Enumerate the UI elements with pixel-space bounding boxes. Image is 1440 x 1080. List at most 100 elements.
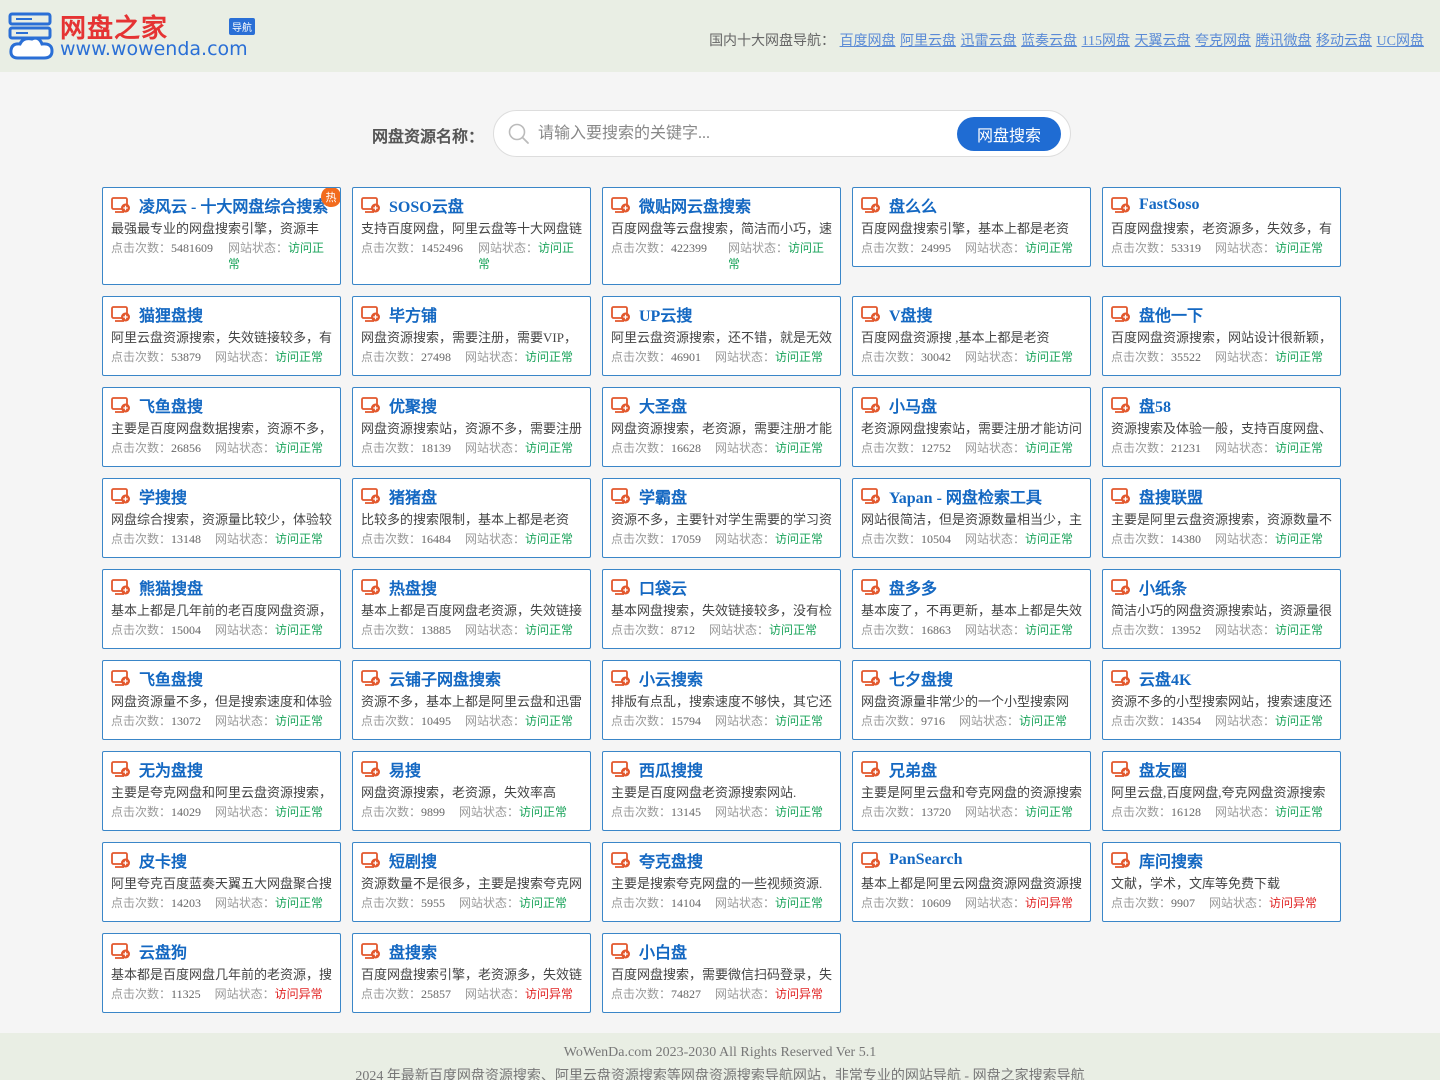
site-card[interactable]: 学搜搜 网盘综合搜索，资源量比较少，体验较 点击次数：13148 网站状态：访问正常: [102, 478, 341, 558]
site-card[interactable]: 热盘搜 基本上都是百度网盘老资源，失效链接 点击次数：13885 网站状态：访问正常: [352, 569, 591, 649]
search-input[interactable]: [538, 119, 938, 149]
site-card[interactable]: 库问搜索 文献，学术，文库等免费下载 点击次数：9907 网站状态：访问异常: [1102, 842, 1341, 922]
card-title[interactable]: 兄弟盘: [889, 757, 937, 781]
site-card[interactable]: 盘友圈 阿里云盘,百度网盘,夸克网盘资源搜索 点击次数：16128 网站状态：访问正常: [1102, 751, 1341, 831]
nav-link-tianyi[interactable]: 天翼云盘: [1135, 34, 1191, 49]
site-card[interactable]: 猫狸盘搜 阿里云盘资源搜索，失效链接较多，有 点击次数：53879 网站状态：访问正常: [102, 296, 341, 376]
card-title[interactable]: Yapan - 网盘检索工具: [889, 484, 1042, 508]
card-title[interactable]: 云盘4K: [1139, 666, 1191, 690]
site-card[interactable]: 凌风云 - 十大网盘综合搜索 最强最专业的网盘搜索引擎，资源丰 点击次数：54816…: [102, 187, 341, 285]
card-title[interactable]: 盘多多: [889, 575, 937, 599]
card-title[interactable]: 短剧搜: [389, 848, 437, 872]
site-card[interactable]: 盘多多 基本废了，不再更新，基本上都是失效 点击次数：16863 网站状态：访问正常: [852, 569, 1091, 649]
card-title[interactable]: 学搜搜: [139, 484, 187, 508]
card-title[interactable]: V盘搜: [889, 302, 933, 326]
site-card[interactable]: 小纸条 简洁小巧的网盘资源搜索站，资源量很 点击次数：13952 网站状态：访问正常: [1102, 569, 1341, 649]
site-status-label: 网站状态：: [959, 714, 1020, 728]
search-button[interactable]: 网盘搜索: [957, 117, 1061, 151]
nav-link-quark[interactable]: 夸克网盘: [1195, 34, 1251, 49]
card-title[interactable]: 飞鱼盘搜: [139, 393, 203, 417]
nav-link-xunlei[interactable]: 迅雷云盘: [961, 34, 1017, 49]
card-title[interactable]: 小马盘: [889, 393, 937, 417]
card-title[interactable]: 七夕盘搜: [889, 666, 953, 690]
card-title[interactable]: 大圣盘: [639, 393, 687, 417]
card-title[interactable]: 盘搜索: [389, 939, 437, 963]
site-card[interactable]: 短剧搜 资源数量不是很多，主要是搜索夸克网 点击次数：5955 网站状态：访问正常: [352, 842, 591, 922]
card-title[interactable]: 飞鱼盘搜: [139, 666, 203, 690]
site-card[interactable]: 飞鱼盘搜 主要是百度网盘数据搜索，资源不多， 点击次数：26856 网站状态：访问正常: [102, 387, 341, 467]
site-card[interactable]: 云铺子网盘搜索 资源不多，基本上都是阿里云盘和迅雷 点击次数：10495 网站状态：访…: [352, 660, 591, 740]
card-title[interactable]: 猫狸盘搜: [139, 302, 203, 326]
site-card[interactable]: 盘他一下 百度网盘资源搜索，网站设计很新颖， 点击次数：35522 网站状态：访问正常: [1102, 296, 1341, 376]
site-card[interactable]: V盘搜 百度网盘资源搜 ,基本上都是老资 点击次数：30042 网站状态：访问正常: [852, 296, 1091, 376]
card-title[interactable]: 猪猪盘: [389, 484, 437, 508]
site-card[interactable]: 云盘狗 基本都是百度网盘几年前的老资源，搜 点击次数：11325 网站状态：访问异常: [102, 933, 341, 1013]
card-title[interactable]: 盘么么: [889, 193, 937, 217]
site-card[interactable]: 无为盘搜 主要是夸克网盘和阿里云盘资源搜索， 点击次数：14029 网站状态：访问正常: [102, 751, 341, 831]
site-card[interactable]: 皮卡搜 阿里夸克百度蓝奏天翼五大网盘聚合搜 点击次数：14203 网站状态：访问正常: [102, 842, 341, 922]
site-card[interactable]: 微贴网云盘搜索 百度网盘等云盘搜索，简洁而小巧，速 点击次数：422399 网站状态：…: [602, 187, 841, 285]
nav-link-tencent[interactable]: 腾讯微盘: [1256, 34, 1312, 49]
nav-link-lanzou[interactable]: 蓝奏云盘: [1021, 34, 1077, 49]
site-card[interactable]: 夸克盘搜 主要是搜索夸克网盘的一些视频资源. 点击次数：14104 网站状态：访问正常: [602, 842, 841, 922]
site-card[interactable]: 云盘4K 资源不多的小型搜索网站，搜索速度还 点击次数：14354 网站状态：访问正常: [1102, 660, 1341, 740]
nav-link-baidu[interactable]: 百度网盘: [840, 34, 896, 49]
card-title[interactable]: 熊猫搜盘: [139, 575, 203, 599]
card-title[interactable]: 云铺子网盘搜索: [389, 666, 501, 690]
site-card[interactable]: 小云搜索 排版有点乱，搜索速度不够快，其它还 点击次数：15794 网站状态：访问正常: [602, 660, 841, 740]
site-card[interactable]: 口袋云 基本网盘搜索，失效链接较多，没有检 点击次数：8712 网站状态：访问正常: [602, 569, 841, 649]
site-card[interactable]: UP云搜 阿里云盘资源搜索，还不错，就是无效 点击次数：46901 网站状态：访问正常: [602, 296, 841, 376]
card-title[interactable]: UP云搜: [639, 302, 692, 326]
card-title[interactable]: 盘58: [1139, 393, 1171, 417]
site-card[interactable]: 小白盘 百度网盘搜索，需要微信扫码登录，失 点击次数：74827 网站状态：访问异常: [602, 933, 841, 1013]
nav-link-mobile[interactable]: 移动云盘: [1316, 34, 1372, 49]
card-title[interactable]: 口袋云: [639, 575, 687, 599]
site-card[interactable]: 飞鱼盘搜 网盘资源量不多，但是搜索速度和体验 点击次数：13072 网站状态：访问正常: [102, 660, 341, 740]
site-card[interactable]: 西瓜搜搜 主要是百度网盘老资源搜索网站. 点击次数：13145 网站状态：访问正常: [602, 751, 841, 831]
site-card[interactable]: 猪猪盘 比较多的搜索限制，基本上都是老资 点击次数：16484 网站状态：访问正常: [352, 478, 591, 558]
site-card[interactable]: 盘么么 百度网盘搜索引擎，基本上都是老资 点击次数：24995 网站状态：访问正常: [852, 187, 1091, 267]
nav-link-aliyun[interactable]: 阿里云盘: [900, 34, 956, 49]
site-card[interactable]: SOSO云盘 支持百度网盘，阿里云盘等十大网盘链 点击次数：1452496 网站状态：…: [352, 187, 591, 285]
card-title[interactable]: 盘他一下: [1139, 302, 1203, 326]
site-card[interactable]: 小马盘 老资源网盘搜索站，需要注册才能访问 点击次数：12752 网站状态：访问正常: [852, 387, 1091, 467]
card-title[interactable]: 盘搜联盟: [1139, 484, 1203, 508]
nav-link-uc[interactable]: UC网盘: [1377, 34, 1424, 49]
card-title[interactable]: 小白盘: [639, 939, 687, 963]
site-card[interactable]: 学霸盘 资源不多，主要针对学生需要的学习资 点击次数：17059 网站状态：访问正常: [602, 478, 841, 558]
card-title[interactable]: 库问搜索: [1139, 848, 1203, 872]
nav-link-115[interactable]: 115网盘: [1082, 34, 1130, 49]
site-card[interactable]: 盘58 资源搜索及体验一般，支持百度网盘、 点击次数：21231 网站状态：访问正常: [1102, 387, 1341, 467]
card-title[interactable]: 小纸条: [1139, 575, 1187, 599]
site-card[interactable]: 盘搜索 百度网盘搜索引擎，老资源多，失效链 点击次数：25857 网站状态：访问异常: [352, 933, 591, 1013]
site-card[interactable]: 七夕盘搜 网盘资源量非常少的一个小型搜索网 点击次数：9716 网站状态：访问正常: [852, 660, 1091, 740]
card-title[interactable]: 无为盘搜: [139, 757, 203, 781]
site-card[interactable]: 优聚搜 网盘资源搜索站，资源不多，需要注册 点击次数：18139 网站状态：访问正常: [352, 387, 591, 467]
card-title[interactable]: 小云搜索: [639, 666, 703, 690]
card-title[interactable]: 皮卡搜: [139, 848, 187, 872]
card-title[interactable]: 微贴网云盘搜索: [639, 193, 751, 217]
card-title[interactable]: 夸克盘搜: [639, 848, 703, 872]
site-card[interactable]: 毕方铺 网盘资源搜索，需要注册，需要VIP， 点击次数：27498 网站状态：访问正常: [352, 296, 591, 376]
site-card[interactable]: 易搜 网盘资源搜索，老资源，失效率高 点击次数：9899 网站状态：访问正常: [352, 751, 591, 831]
site-card[interactable]: 盘搜联盟 主要是阿里云盘资源搜索，资源数量不 点击次数：14380 网站状态：访问正常: [1102, 478, 1341, 558]
card-title[interactable]: 易搜: [389, 757, 421, 781]
card-title[interactable]: 西瓜搜搜: [639, 757, 703, 781]
site-card[interactable]: FastSoso 百度网盘搜索，老资源多，失效多，有 点击次数：53319 网站状态：…: [1102, 187, 1341, 267]
card-title[interactable]: 优聚搜: [389, 393, 437, 417]
card-title[interactable]: 毕方铺: [389, 302, 437, 326]
site-card[interactable]: 大圣盘 网盘资源搜索，老资源，需要注册才能 点击次数：16628 网站状态：访问正常: [602, 387, 841, 467]
card-title[interactable]: 云盘狗: [139, 939, 187, 963]
card-title[interactable]: FastSoso: [1139, 196, 1199, 214]
card-title[interactable]: 盘友圈: [1139, 757, 1187, 781]
site-card[interactable]: 熊猫搜盘 基本上都是几年前的老百度网盘资源， 点击次数：15004 网站状态：访问正常: [102, 569, 341, 649]
site-card[interactable]: PanSearch 基本上都是阿里云网盘资源网盘资源搜 点击次数：10609 网站状态…: [852, 842, 1091, 922]
card-title[interactable]: 学霸盘: [639, 484, 687, 508]
site-card[interactable]: 兄弟盘 主要是阿里云盘和夸克网盘的资源搜索 点击次数：13720 网站状态：访问正常: [852, 751, 1091, 831]
card-title[interactable]: 热盘搜: [389, 575, 437, 599]
card-title[interactable]: PanSearch: [889, 851, 962, 869]
card-title[interactable]: SOSO云盘: [389, 193, 464, 217]
site-card[interactable]: Yapan - 网盘检索工具 网站很简洁，但是资源数量相当少，主 点击次数：1050…: [852, 478, 1091, 558]
card-title[interactable]: 凌风云 - 十大网盘综合搜索: [139, 193, 328, 217]
logo[interactable]: 网盘之家 导航 www.wowenda.com: [8, 10, 258, 62]
